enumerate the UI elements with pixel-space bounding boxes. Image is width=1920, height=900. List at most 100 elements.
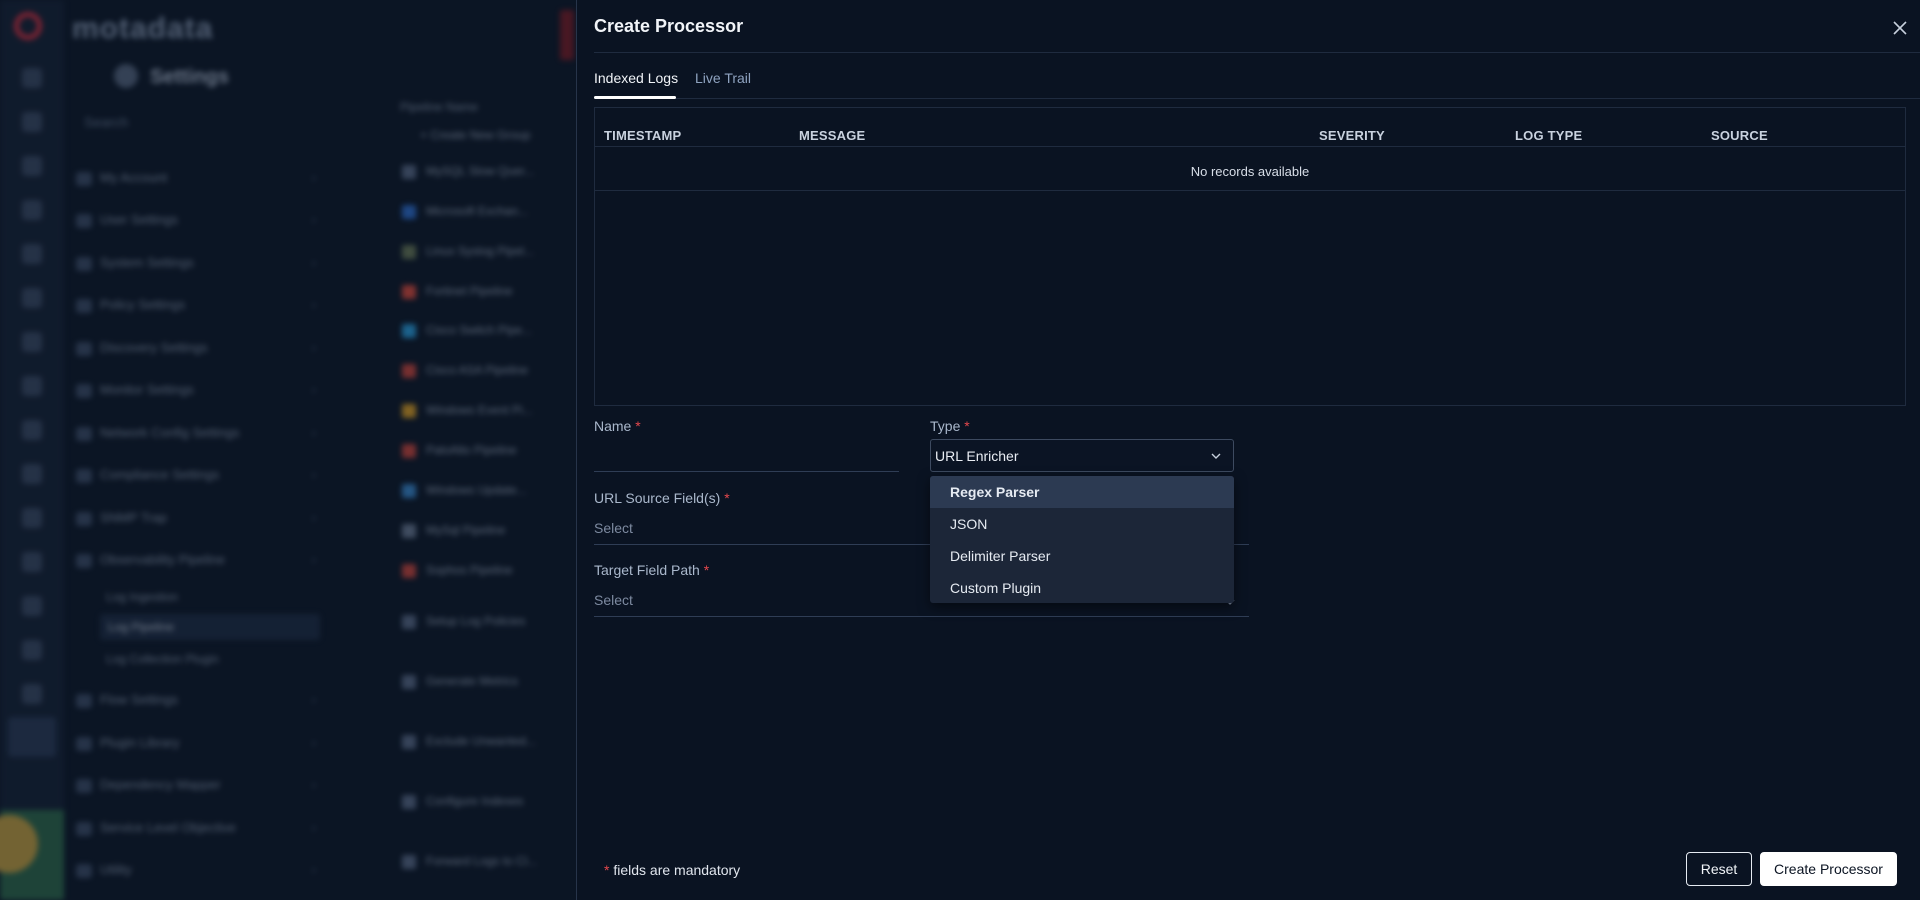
name-input[interactable] bbox=[594, 471, 899, 472]
bg-menu-item: Discovery Settings › bbox=[76, 340, 316, 356]
empty-state: No records available bbox=[1190, 164, 1310, 179]
pipeline-icon bbox=[402, 794, 416, 809]
create-processor-drawer: Create Processor Indexed Logs Live Trail… bbox=[576, 0, 1920, 900]
background-accent bbox=[560, 10, 574, 60]
flow-icon bbox=[22, 332, 42, 352]
chevron-right-icon: › bbox=[311, 340, 316, 355]
menu-item-label: Network Config Settings bbox=[100, 425, 240, 440]
pipeline-icon bbox=[402, 284, 416, 299]
menu-item-label: SNMP Trap bbox=[100, 510, 167, 525]
bg-pipeline-row: Forward Logs to Cl... bbox=[388, 854, 537, 869]
column-timestamp[interactable]: TIMESTAMP bbox=[604, 128, 681, 143]
menu-item-label: Dependency Mapper bbox=[100, 777, 221, 792]
motadata-logo-icon bbox=[14, 12, 42, 40]
target-field-select[interactable]: Select bbox=[594, 592, 633, 608]
settings-search: Search bbox=[84, 114, 129, 130]
target-field-label: Target Field Path * bbox=[594, 562, 710, 578]
menu-item-label: My Account bbox=[100, 170, 168, 185]
bg-pipeline-row: Generate Metrics bbox=[388, 674, 518, 689]
bg-menu-item: Compliance Settings › bbox=[76, 467, 316, 483]
explorer-icon bbox=[22, 200, 42, 220]
monitor-icon bbox=[22, 508, 42, 528]
url-source-select[interactable]: Select bbox=[594, 520, 633, 536]
column-log-type[interactable]: LOG TYPE bbox=[1515, 128, 1582, 143]
mandatory-note: * fields are mandatory bbox=[604, 862, 741, 878]
grid-row-divider bbox=[595, 190, 1905, 191]
menu-item-icon bbox=[76, 213, 92, 228]
menu-item-label: System Settings bbox=[100, 255, 194, 270]
chevron-right-icon: › bbox=[311, 692, 316, 707]
pipeline-name: Windows Update... bbox=[426, 483, 527, 497]
menu-item-icon bbox=[76, 511, 92, 526]
bg-menu-item: User Settings › bbox=[76, 212, 316, 228]
bg-pipeline-row: Cisco Switch Pipe... bbox=[388, 323, 532, 338]
close-icon[interactable] bbox=[1888, 16, 1912, 40]
pipeline-name: Fortinet Pipeline bbox=[426, 284, 513, 298]
url-source-label: URL Source Field(s) * bbox=[594, 490, 730, 506]
menu-item-icon bbox=[76, 821, 92, 836]
create-processor-button[interactable]: Create Processor bbox=[1760, 852, 1897, 886]
column-severity[interactable]: SEVERITY bbox=[1319, 128, 1385, 143]
menu-item-label: Monitor Settings bbox=[100, 382, 194, 397]
bg-pipeline-row: Windows Event Pi... bbox=[388, 403, 533, 418]
bg-menu-item: Monitor Settings › bbox=[76, 382, 316, 398]
menu-item-icon bbox=[76, 553, 92, 568]
chevron-right-icon: › bbox=[311, 255, 316, 270]
column-source[interactable]: SOURCE bbox=[1711, 128, 1768, 143]
option-regex-parser[interactable]: Regex Parser bbox=[930, 476, 1234, 508]
pipeline-icon bbox=[402, 363, 416, 378]
menu-item-icon bbox=[76, 426, 92, 441]
reset-button[interactable]: Reset bbox=[1686, 852, 1752, 886]
active-tab-indicator bbox=[594, 96, 676, 99]
pipeline-icon bbox=[402, 323, 416, 338]
bg-menu-item: Network Config Settings › bbox=[76, 425, 316, 441]
bg-pipeline-row: Configure Indexes bbox=[388, 794, 523, 809]
pipeline-icon bbox=[402, 244, 416, 259]
bg-menu-item: Flow Settings › bbox=[76, 692, 316, 708]
chevron-right-icon: › bbox=[311, 735, 316, 750]
settings-title: Settings bbox=[150, 66, 229, 88]
metric-icon bbox=[22, 420, 42, 440]
name-label: Name * bbox=[594, 418, 641, 434]
submenu-log-collection-plugin: Log Collection Plugin bbox=[106, 652, 219, 666]
pipeline-name: Cisco Switch Pipe... bbox=[426, 323, 533, 337]
option-delimiter-parser[interactable]: Delimiter Parser bbox=[930, 540, 1234, 572]
chevron-right-icon: › bbox=[311, 297, 316, 312]
bg-menu-item: My Account › bbox=[76, 170, 316, 186]
menu-item-icon bbox=[76, 171, 92, 186]
tab-indexed-logs[interactable]: Indexed Logs bbox=[594, 70, 678, 86]
bg-menu-item: SNMP Trap › bbox=[76, 510, 316, 526]
option-json[interactable]: JSON bbox=[930, 508, 1234, 540]
menu-item-label: Service Level Objective bbox=[100, 820, 236, 835]
logs-grid: TIMESTAMP MESSAGE SEVERITY LOG TYPE SOUR… bbox=[594, 107, 1906, 406]
type-select[interactable]: URL Enricher bbox=[930, 439, 1234, 472]
topology-icon bbox=[22, 288, 42, 308]
menu-item-icon bbox=[76, 256, 92, 271]
bg-pipeline-row: Setup Log Policies bbox=[388, 614, 525, 629]
create-new-group: + Create New Group bbox=[420, 128, 531, 142]
menu-item-label: Flow Settings bbox=[100, 692, 179, 707]
menu-item-icon bbox=[76, 693, 92, 708]
menu-item-icon bbox=[76, 341, 92, 356]
bg-pipeline-row: PaloAlto Pipeline bbox=[388, 443, 517, 458]
target-field-underline bbox=[594, 616, 1249, 617]
menu-item-icon bbox=[76, 468, 92, 483]
chevron-right-icon: › bbox=[311, 170, 316, 185]
tab-live-trail[interactable]: Live Trail bbox=[695, 70, 751, 86]
config-icon bbox=[22, 376, 42, 396]
pipeline-icon bbox=[402, 854, 416, 869]
bg-pipeline-row: Windows Update... bbox=[388, 483, 527, 498]
menu-item-label: Observability Pipeline bbox=[100, 552, 226, 567]
menu-item-icon bbox=[76, 298, 92, 313]
bg-menu-item: System Settings › bbox=[76, 255, 316, 271]
pipeline-name: MySql Pipeline bbox=[426, 523, 506, 537]
inventory-icon bbox=[22, 112, 42, 132]
pipeline-name: Cisco ASA Pipeline bbox=[426, 363, 529, 377]
column-message[interactable]: MESSAGE bbox=[799, 128, 865, 143]
bg-pipeline-row: Exclude Unwanted... bbox=[388, 734, 536, 749]
bg-pipeline-row: Sophos Pipeline bbox=[388, 563, 513, 578]
option-custom-plugin[interactable]: Custom Plugin bbox=[930, 572, 1234, 603]
type-select-value: URL Enricher bbox=[935, 448, 1019, 464]
drawer-title: Create Processor bbox=[594, 16, 744, 36]
pipeline-name: Exclude Unwanted... bbox=[426, 734, 537, 748]
